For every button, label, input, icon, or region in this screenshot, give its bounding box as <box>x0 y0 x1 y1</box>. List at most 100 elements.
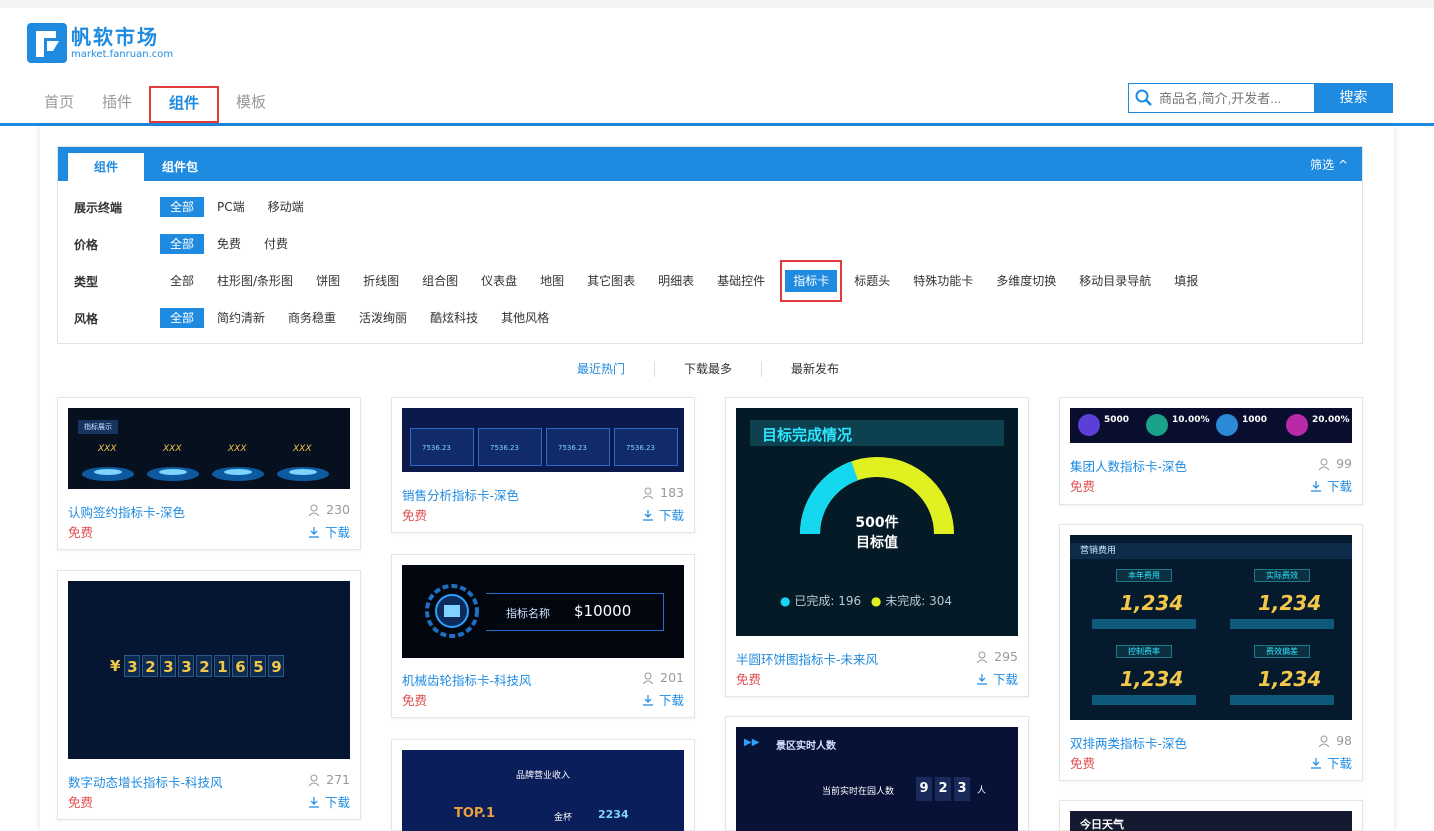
tab-component-packs[interactable]: 组件包 <box>148 153 212 181</box>
card-download[interactable]: 下载 <box>642 505 684 524</box>
nav-home[interactable]: 首页 <box>30 86 88 118</box>
filter-option[interactable]: 特殊功能卡 <box>903 271 983 291</box>
card-thumbnail[interactable]: 营销费用 本年费用 实际费效 1,234 1,234 控制费率 费效偏差 1,2… <box>1070 535 1352 720</box>
component-card[interactable]: ¥ 3 2 3 3 2 1 6 5 9 数字动态增长指标卡-科技风 免费 271… <box>57 570 361 820</box>
component-card[interactable]: ▶▶ 景区实时人数 当前实时在园人数 9 2 3 人 <box>725 716 1029 831</box>
hex-badge <box>1286 414 1308 436</box>
component-card[interactable]: 营销费用 本年费用 实际费效 1,234 1,234 控制费率 费效偏差 1,2… <box>1059 524 1363 781</box>
card-thumbnail[interactable]: 今日天气 <box>1070 811 1352 831</box>
filter-option[interactable]: 移动目录导航 <box>1069 271 1161 291</box>
card-download[interactable]: 下载 <box>308 522 350 541</box>
card-download[interactable]: 下载 <box>308 792 350 811</box>
thumb-value: 1,234 <box>1258 667 1322 691</box>
card-price: 免费 <box>1070 479 1096 494</box>
card-thumbnail[interactable]: ¥ 3 2 3 3 2 1 6 5 9 <box>68 581 350 759</box>
digit-tile: 3 <box>160 655 177 677</box>
digit-tile: 3 <box>954 777 970 801</box>
filter-option[interactable]: 其它图表 <box>577 271 645 291</box>
card-title[interactable]: 数字动态增长指标卡-科技风 <box>68 772 223 791</box>
filter-option[interactable]: 组合图 <box>412 271 468 291</box>
legend-todo-value: 304 <box>929 594 953 608</box>
sort-recent-hot[interactable]: 最近热门 <box>548 361 656 377</box>
filter-option[interactable]: 地图 <box>530 271 574 291</box>
filter-option[interactable]: 付费 <box>254 234 298 254</box>
filter-option[interactable]: 移动端 <box>258 197 314 217</box>
thumb-value: 7536.23 <box>558 444 587 452</box>
filter-option-selected[interactable]: 指标卡 <box>780 260 843 302</box>
card-thumbnail[interactable]: 品牌营业收入 TOP.1 金杯 2234 <box>402 750 684 831</box>
legend-done-value: 196 <box>838 594 862 608</box>
thumb-label: 实际费效 <box>1254 569 1310 582</box>
nav-components[interactable]: 组件 <box>149 86 220 123</box>
filter-row-price: 价格 全部 免费 付费 <box>74 233 301 255</box>
card-price: 免费 <box>736 672 762 687</box>
card-download[interactable]: 下载 <box>1310 753 1352 772</box>
search-input[interactable] <box>1159 90 1309 106</box>
filter-option[interactable]: 全部 <box>160 271 204 291</box>
download-icon <box>1310 757 1321 769</box>
filter-toggle[interactable]: 筛选 ^ <box>1310 156 1348 173</box>
filter-option[interactable]: 免费 <box>207 234 251 254</box>
filter-option[interactable]: 基础控件 <box>707 271 775 291</box>
card-title[interactable]: 半圆环饼图指标卡-未来风 <box>736 649 878 668</box>
filter-option[interactable]: 折线图 <box>353 271 409 291</box>
nav-plugins[interactable]: 插件 <box>88 86 146 118</box>
card-download[interactable]: 下载 <box>642 690 684 709</box>
thumb-value: 7536.23 <box>626 444 655 452</box>
card-download[interactable]: 下载 <box>1310 476 1352 495</box>
download-icon <box>308 796 319 808</box>
thumb-platform <box>1230 619 1334 629</box>
filter-option[interactable]: 其他风格 <box>491 308 559 328</box>
component-card[interactable]: 今日天气 <box>1059 800 1363 831</box>
component-card[interactable]: 品牌营业收入 TOP.1 金杯 2234 <box>391 739 695 831</box>
sort-newest[interactable]: 最新发布 <box>762 361 868 377</box>
card-title[interactable]: 销售分析指标卡-深色 <box>402 485 519 504</box>
filter-option[interactable]: 明细表 <box>648 271 704 291</box>
card-thumbnail[interactable]: 5000 10.00% 1000 20.00% <box>1070 408 1352 443</box>
card-title[interactable]: 机械齿轮指标卡-科技风 <box>402 670 532 689</box>
thumb-value: 2234 <box>598 808 629 821</box>
filter-option[interactable]: 全部 <box>160 234 205 254</box>
nav-templates[interactable]: 模板 <box>222 86 280 118</box>
card-title[interactable]: 双排两类指标卡-深色 <box>1070 733 1187 752</box>
card-thumbnail[interactable]: 指标名称 $10000 <box>402 565 684 658</box>
filter-option[interactable]: 活泼绚丽 <box>349 308 417 328</box>
search-icon <box>1135 89 1152 106</box>
search-button[interactable]: 搜索 <box>1314 83 1393 113</box>
filter-option[interactable]: 多维度切换 <box>986 271 1066 291</box>
download-icon <box>976 673 987 685</box>
thumb-label: 控制费率 <box>1116 645 1172 658</box>
filter-option[interactable]: 标题头 <box>844 271 900 291</box>
card-download[interactable]: 下载 <box>976 669 1018 688</box>
filter-row-terminal: 展示终端 全部 PC端 移动端 <box>74 196 317 218</box>
thumb-label: 指标展示 <box>78 420 118 434</box>
card-title[interactable]: 认购签约指标卡-深色 <box>68 502 185 521</box>
filter-option[interactable]: 仪表盘 <box>471 271 527 291</box>
logo[interactable]: 帆软市场 market.fanruan.com <box>27 22 173 64</box>
filter-option[interactable]: 全部 <box>160 197 205 217</box>
thumb-label: 指标名称 <box>506 607 550 620</box>
filter-option-label: 指标卡 <box>785 270 838 292</box>
component-card[interactable]: 5000 10.00% 1000 20.00% 集团人数指标卡-深色 免费 99… <box>1059 397 1363 505</box>
card-title[interactable]: 集团人数指标卡-深色 <box>1070 456 1187 475</box>
component-card[interactable]: 7536.23 7536.23 7536.23 7536.23 销售分析指标卡-… <box>391 397 695 533</box>
component-card[interactable]: 指标展示 XXX XXX XXX XXX 认购签约指标卡-深色 免费 230 下… <box>57 397 361 550</box>
filter-option[interactable]: 商务稳重 <box>278 308 346 328</box>
tab-components[interactable]: 组件 <box>68 153 145 181</box>
card-thumbnail[interactable]: ▶▶ 景区实时人数 当前实时在园人数 9 2 3 人 <box>736 727 1018 831</box>
filter-option[interactable]: 全部 <box>160 308 205 328</box>
card-thumbnail[interactable]: 目标完成情况 500件 目标值 ● 已完成: 196 ● 未完成: 304 <box>736 408 1018 636</box>
download-icon <box>642 509 653 521</box>
sort-most-downloads[interactable]: 下载最多 <box>655 361 763 377</box>
filter-option[interactable]: 酷炫科技 <box>420 308 488 328</box>
filter-option[interactable]: PC端 <box>207 197 255 217</box>
filter-option[interactable]: 填报 <box>1164 271 1208 291</box>
filter-option[interactable]: 简约清新 <box>207 308 275 328</box>
component-card[interactable]: 目标完成情况 500件 目标值 ● 已完成: 196 ● 未完成: 304 半圆… <box>725 397 1029 697</box>
filter-option[interactable]: 柱形图/条形图 <box>207 271 303 291</box>
component-card[interactable]: 指标名称 $10000 机械齿轮指标卡-科技风 免费 201 下载 <box>391 554 695 718</box>
digit-tile: 2 <box>142 655 159 677</box>
card-thumbnail[interactable]: 7536.23 7536.23 7536.23 7536.23 <box>402 408 684 472</box>
filter-option[interactable]: 饼图 <box>306 271 350 291</box>
card-thumbnail[interactable]: 指标展示 XXX XXX XXX XXX <box>68 408 350 489</box>
